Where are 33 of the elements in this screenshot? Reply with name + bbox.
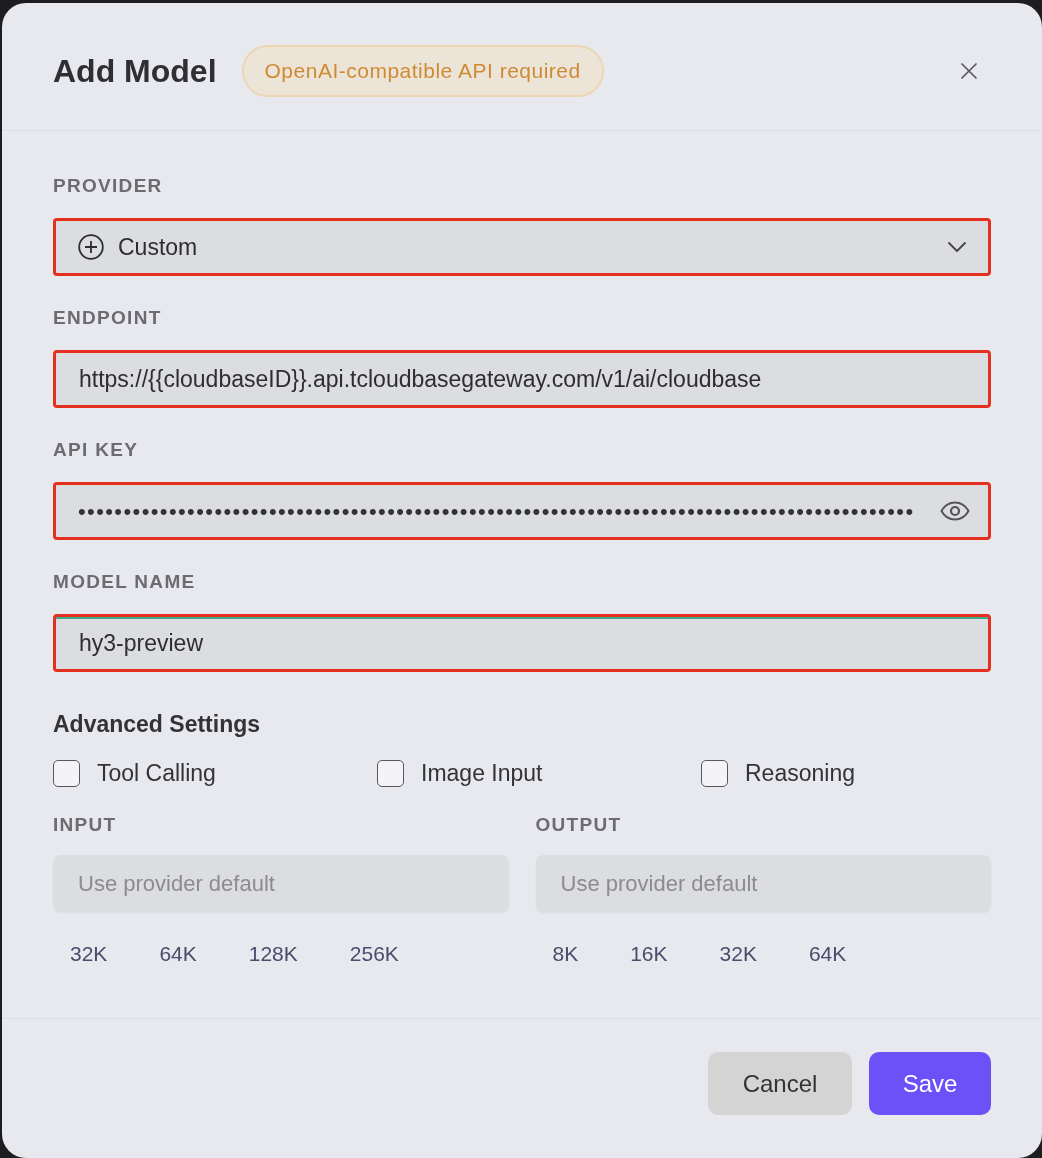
- preset-chip[interactable]: 32K: [53, 936, 125, 972]
- save-button[interactable]: Save: [869, 1052, 991, 1115]
- field-label: PROVIDER: [53, 174, 164, 198]
- checkbox[interactable]: [53, 759, 80, 787]
- preset-chip[interactable]: 8K: [535, 936, 596, 972]
- provider-select[interactable]: Custom: [53, 218, 991, 276]
- section-heading: Advanced Settings: [53, 711, 262, 737]
- preset-chip[interactable]: 32K: [702, 936, 774, 972]
- close-icon[interactable]: [961, 62, 977, 79]
- text-field[interactable]: hy3-preview: [53, 614, 991, 672]
- cancel-button[interactable]: Cancel: [708, 1052, 852, 1115]
- checkbox-label[interactable]: Reasoning: [745, 759, 855, 787]
- plus-circle-icon: [78, 234, 104, 260]
- checkbox[interactable]: [701, 759, 728, 787]
- password-field[interactable]: ••••••••••••••••••••••••••••••••••••••••••••••••••••••••••••••••••••••••••••••••••••••••••••: [53, 482, 991, 540]
- requirement-badge: OpenAI-compatible API required: [241, 44, 604, 97]
- field-label: INPUT: [53, 813, 118, 837]
- checkbox[interactable]: [377, 759, 404, 787]
- field-label: API KEY: [53, 438, 140, 462]
- preset-chip[interactable]: 64K: [142, 936, 214, 972]
- field-label: OUTPUT: [535, 813, 623, 837]
- eye-icon[interactable]: [940, 501, 970, 521]
- checkbox-label[interactable]: Image Input: [421, 759, 543, 787]
- field-label: MODEL NAME: [53, 570, 197, 594]
- checkbox-label[interactable]: Tool Calling: [97, 759, 216, 787]
- preset-chip[interactable]: 64K: [791, 936, 864, 972]
- dialog-title: Add Model: [53, 54, 217, 87]
- preset-chip[interactable]: 128K: [231, 936, 315, 972]
- text-field[interactable]: https://{{cloudbaseID}}.api.tcloudbasegateway.com/v1/ai/cloudbase: [53, 350, 991, 408]
- preset-chip[interactable]: 16K: [613, 936, 685, 972]
- preset-chip[interactable]: 256K: [332, 936, 416, 972]
- chevron-down-icon: [948, 242, 966, 252]
- field-label: ENDPOINT: [53, 306, 163, 330]
